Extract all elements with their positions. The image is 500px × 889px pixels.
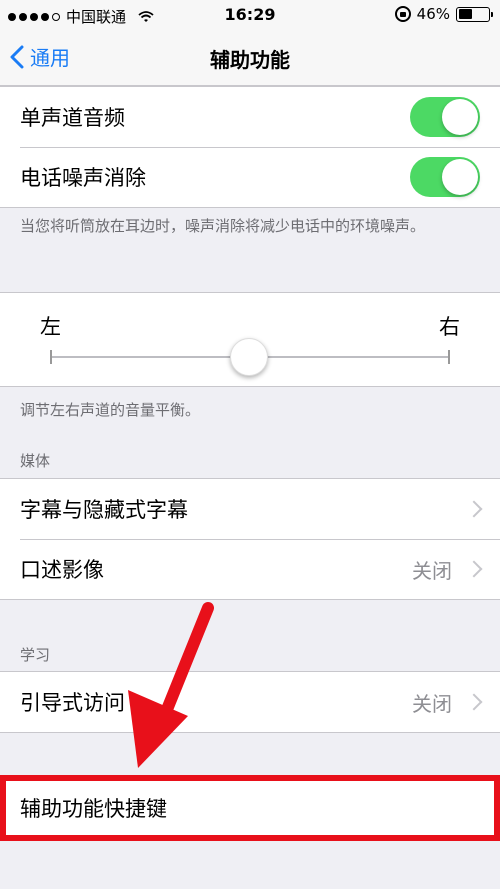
rotation-lock-icon (394, 6, 411, 22)
guided-access-row[interactable]: 引导式访问 关闭 (0, 672, 500, 732)
audio-description-label: 口述影像 (20, 558, 104, 582)
status-right: 46% (394, 5, 493, 23)
status-bar: 中国联通 16:29 46% (0, 0, 500, 30)
hearing-group: 单声道音频 电话噪声消除 (0, 86, 500, 208)
slider-tick-left (50, 350, 52, 364)
balance-slider-thumb[interactable] (230, 338, 268, 376)
balance-left-label: 左 (40, 315, 61, 339)
media-header: 媒体 (20, 452, 51, 470)
balance-group: 左 右 (0, 292, 500, 387)
battery-fill (458, 9, 472, 19)
audio-description-value: 关闭 (412, 558, 452, 583)
chevron-right-icon (465, 560, 483, 578)
mono-audio-row: 单声道音频 (0, 87, 500, 147)
audio-description-row[interactable]: 口述影像 关闭 (0, 539, 500, 599)
highlight-annotation-box: 辅助功能快捷键 (0, 775, 500, 841)
guided-access-label: 引导式访问 (20, 691, 125, 715)
accessibility-shortcut-row[interactable]: 辅助功能快捷键 (6, 781, 494, 835)
noise-cancel-row: 电话噪声消除 (0, 147, 500, 207)
mono-audio-toggle[interactable] (410, 97, 480, 137)
page-title: 辅助功能 (210, 48, 290, 72)
balance-right-label: 右 (439, 315, 460, 339)
noise-cancel-toggle[interactable] (410, 157, 480, 197)
chevron-right-icon (465, 693, 483, 711)
noise-cancel-label: 电话噪声消除 (20, 166, 146, 190)
toggle-knob (442, 159, 478, 195)
toggle-knob (442, 99, 478, 135)
battery-percent: 46% (416, 5, 450, 23)
slider-tick-right (448, 350, 450, 364)
learning-group: 引导式访问 关闭 (0, 671, 500, 733)
media-group: 字幕与隐藏式字幕 口述影像 关闭 (0, 478, 500, 600)
accessibility-shortcut-label: 辅助功能快捷键 (20, 797, 167, 821)
chevron-right-icon (465, 500, 483, 518)
learning-header: 学习 (20, 646, 51, 664)
balance-footer: 调节左右声道的音量平衡。 (20, 401, 201, 419)
captions-row[interactable]: 字幕与隐藏式字幕 (0, 479, 500, 539)
guided-access-value: 关闭 (412, 691, 452, 716)
battery-icon (456, 6, 493, 22)
captions-label: 字幕与隐藏式字幕 (20, 498, 188, 522)
mono-audio-label: 单声道音频 (20, 106, 125, 130)
navigation-bar: 通用 辅助功能 (0, 30, 500, 86)
noise-cancel-footer: 当您将听筒放在耳边时，噪声消除将减少电话中的环境噪声。 (20, 217, 426, 235)
